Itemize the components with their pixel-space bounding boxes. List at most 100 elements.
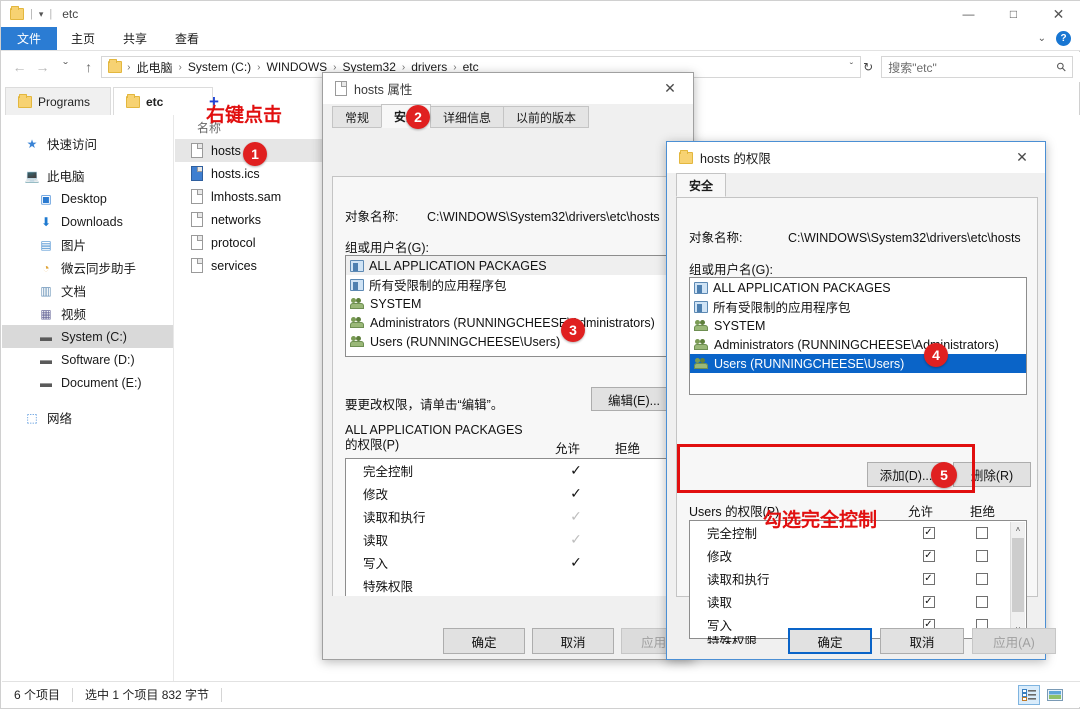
permissions-scrollbar[interactable]: ˄ ˅	[1010, 522, 1025, 637]
properties-dialog-title-bar: hosts 属性 ✕	[323, 73, 693, 104]
tab-details[interactable]: 详细信息	[430, 106, 505, 128]
breadcrumb-item-1[interactable]: System (C:)	[185, 60, 254, 74]
permission-row-modify[interactable]: 修改 ✓	[346, 482, 676, 505]
permission-name: 读取	[707, 596, 733, 610]
sidebar-item-label: Software (D:)	[61, 352, 135, 367]
properties-cancel-button[interactable]: 取消	[532, 628, 614, 654]
permission-row-special[interactable]: 特殊权限	[346, 574, 676, 597]
group-item-system[interactable]: SYSTEM	[346, 294, 676, 313]
close-button[interactable]: ✕	[1036, 1, 1080, 27]
edit-permissions-button[interactable]: 编辑(E)...	[591, 387, 677, 411]
scrollbar-thumb[interactable]	[1012, 538, 1024, 612]
sidebar-item-this-pc[interactable]: 💻 此电脑	[2, 164, 173, 187]
group-item-administrators[interactable]: Administrators (RUNNINGCHEESE\Administra…	[690, 335, 1026, 354]
sidebar-item-downloads[interactable]: ⬇ Downloads	[2, 210, 173, 233]
groups-list[interactable]: ALL APPLICATION PACKAGES 所有受限制的应用程序包 SYS…	[345, 255, 677, 357]
large-icons-view-icon[interactable]	[1044, 685, 1066, 705]
download-arrow-icon: ⬇	[40, 214, 52, 229]
deny-checkbox[interactable]	[976, 595, 988, 608]
forward-button[interactable]: →	[32, 56, 53, 78]
group-item-restricted-packages[interactable]: 所有受限制的应用程序包	[690, 297, 1026, 316]
sidebar-item-label: System (C:)	[61, 329, 127, 344]
sidebar-item-system-c[interactable]: ▬ System (C:)	[2, 325, 173, 348]
step-badge-5: 5	[931, 462, 957, 488]
permissions-ok-button[interactable]: 确定	[788, 628, 872, 654]
permission-row-read-execute[interactable]: 读取和执行	[690, 567, 1026, 590]
column-deny-label: 拒绝	[615, 442, 641, 456]
folder-tab-etc[interactable]: etc	[113, 87, 213, 115]
allow-checkbox[interactable]	[922, 595, 935, 608]
groups-list[interactable]: ALL APPLICATION PACKAGES 所有受限制的应用程序包 SYS…	[689, 277, 1027, 395]
sidebar-item-videos[interactable]: ▦ 视频	[2, 302, 173, 325]
view-mode-buttons	[1018, 684, 1080, 705]
folder-tab-programs[interactable]: Programs	[5, 87, 111, 115]
search-input[interactable]: 搜索"etc" ⚲	[881, 56, 1073, 78]
back-button[interactable]: ←	[9, 56, 30, 78]
group-item-all-application-packages[interactable]: ALL APPLICATION PACKAGES	[346, 256, 676, 275]
allow-checkbox[interactable]	[922, 549, 935, 562]
sidebar-item-document-e[interactable]: ▬ Document (E:)	[2, 371, 173, 394]
recent-locations-button[interactable]: ˇ	[55, 56, 76, 78]
group-item-restricted-packages[interactable]: 所有受限制的应用程序包	[346, 275, 676, 294]
ribbon-tab-share[interactable]: 共享	[109, 27, 161, 50]
group-item-system[interactable]: SYSTEM	[690, 316, 1026, 335]
deny-checkbox[interactable]	[976, 549, 988, 562]
scroll-up-icon[interactable]: ˄	[1011, 522, 1025, 537]
status-divider-2	[221, 687, 223, 702]
ribbon-tab-view[interactable]: 查看	[161, 27, 213, 50]
breadcrumb-separator: ›	[127, 61, 131, 73]
minimize-button[interactable]: —	[946, 1, 991, 27]
tab-general[interactable]: 常规	[332, 106, 383, 128]
close-icon[interactable]: ✕	[653, 74, 687, 104]
permissions-table[interactable]: 完全控制 修改 读取和执行 读取	[689, 520, 1027, 644]
details-view-icon[interactable]	[1018, 684, 1040, 705]
group-item-label: Users (RUNNINGCHEESE\Users)	[714, 356, 905, 371]
sidebar-item-software-d[interactable]: ▬ Software (D:)	[2, 348, 173, 371]
permission-row-read[interactable]: 读取 ✓	[346, 528, 676, 551]
tab-previous-versions[interactable]: 以前的版本	[503, 106, 590, 128]
chevron-down-icon[interactable]: ˇ	[847, 62, 856, 73]
allow-checkbox[interactable]	[922, 572, 935, 585]
sidebar-item-pictures[interactable]: ▤ 图片	[2, 233, 173, 256]
quick-access-toolbar[interactable]: | ▾ | etc	[1, 1, 78, 27]
deny-checkbox[interactable]	[976, 572, 988, 585]
sidebar-item-desktop[interactable]: ▣ Desktop	[2, 187, 173, 210]
sidebar-item-network[interactable]: ⬚ 网络	[2, 406, 173, 429]
ribbon-tab-home[interactable]: 主页	[57, 27, 109, 50]
deny-checkbox[interactable]	[976, 526, 988, 539]
chevron-down-icon[interactable]: ⌄	[1038, 33, 1046, 44]
breadcrumb-separator: ›	[178, 61, 182, 73]
refresh-icon[interactable]: ↻	[863, 60, 873, 74]
properties-ok-button[interactable]: 确定	[443, 628, 525, 654]
permission-row-read[interactable]: 读取	[690, 590, 1026, 613]
ribbon-tab-file[interactable]: 文件	[1, 27, 58, 50]
sidebar-item-documents[interactable]: ▥ 文档	[2, 279, 173, 302]
file-icon	[191, 189, 203, 204]
permission-row-write[interactable]: 写入 ✓	[346, 551, 676, 574]
permissions-subject-line1: ALL APPLICATION PACKAGES	[345, 423, 523, 437]
sidebar-item-weiyun-sync[interactable]: ◔ 微云同步助手	[2, 256, 173, 279]
permission-row-read-execute[interactable]: 读取和执行 ✓	[346, 505, 676, 528]
close-icon[interactable]: ✕	[1005, 143, 1039, 173]
permissions-cancel-button[interactable]: 取消	[880, 628, 964, 654]
breadcrumb-separator: ›	[333, 61, 337, 73]
tab-security[interactable]: 安全	[676, 173, 727, 197]
permission-row-modify[interactable]: 修改	[690, 544, 1026, 567]
sidebar-item-quick-access[interactable]: ★ 快速访问	[2, 132, 173, 155]
permission-row-full-control[interactable]: 完全控制 ✓	[346, 459, 676, 482]
breadcrumb-item-2[interactable]: WINDOWS	[264, 60, 331, 74]
group-item-all-application-packages[interactable]: ALL APPLICATION PACKAGES	[690, 278, 1026, 297]
status-divider	[72, 687, 74, 702]
help-icon[interactable]: ?	[1056, 31, 1071, 46]
group-item-users[interactable]: Users (RUNNINGCHEESE\Users)	[690, 354, 1026, 373]
up-button[interactable]: ↑	[78, 56, 99, 78]
breadcrumb-item-0[interactable]: 此电脑	[133, 59, 175, 76]
chevron-down-icon[interactable]: ▾	[39, 9, 44, 20]
permissions-apply-button[interactable]: 应用(A)	[972, 628, 1056, 654]
maximize-button[interactable]: □	[991, 1, 1036, 27]
allow-checkbox[interactable]	[922, 526, 935, 539]
group-item-administrators[interactable]: Administrators (RUNNINGCHEESE\Administra…	[346, 313, 676, 332]
permissions-table[interactable]: 完全控制 ✓ 修改 ✓ 读取和执行 ✓ 读取 ✓ 写入 ✓ 特殊权限	[345, 458, 677, 615]
videos-icon: ▦	[40, 306, 52, 321]
group-item-users[interactable]: Users (RUNNINGCHEESE\Users)	[346, 332, 676, 351]
